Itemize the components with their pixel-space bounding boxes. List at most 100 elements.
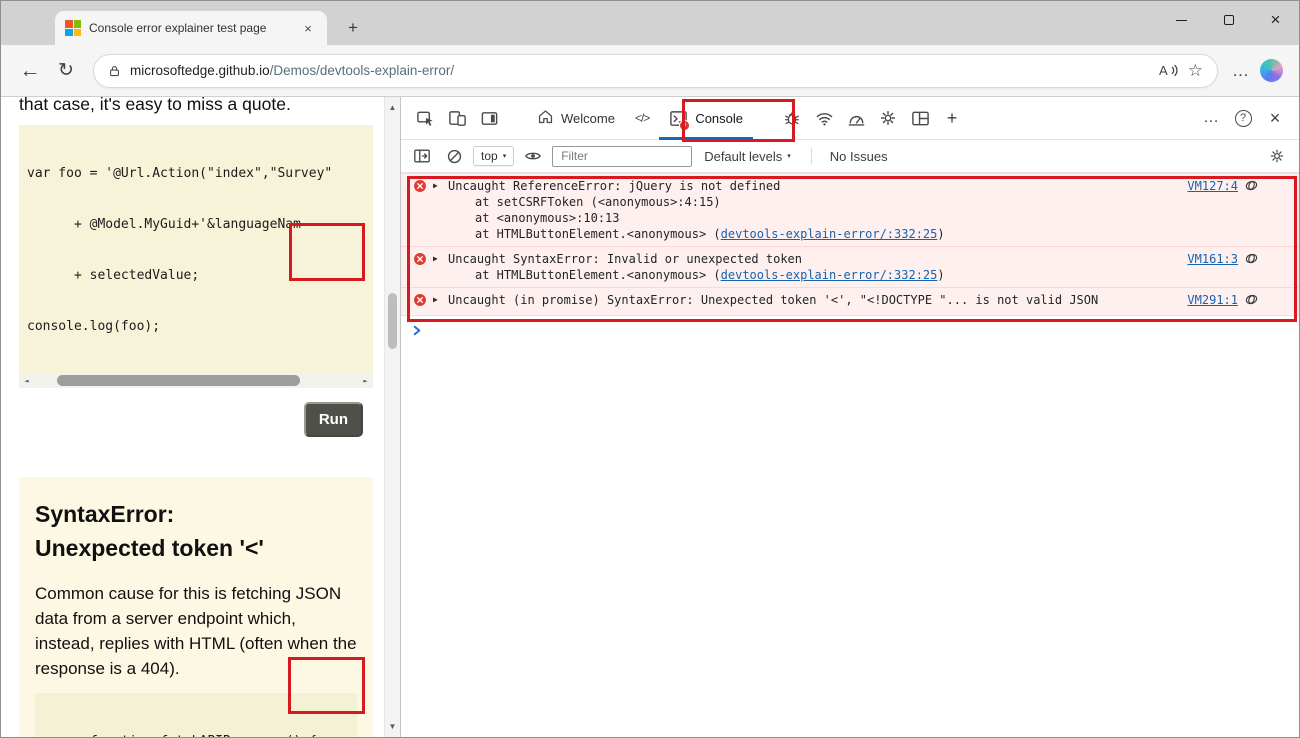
- inspect-element-button[interactable]: [410, 103, 440, 133]
- stack-text: at HTMLButtonElement.<anonymous> (: [475, 268, 721, 282]
- expand-triangle-icon[interactable]: ▶: [433, 181, 442, 190]
- performance-button[interactable]: [841, 103, 871, 133]
- console-error-message: ▶ Uncaught SyntaxError: Invalid or unexp…: [401, 247, 1299, 288]
- tab-label: Console: [695, 111, 743, 126]
- dock-side-button[interactable]: [474, 103, 504, 133]
- settings-button[interactable]: [873, 103, 903, 133]
- read-aloud-button[interactable]: A: [1159, 63, 1179, 78]
- issues-counter[interactable]: No Issues: [826, 149, 892, 164]
- stack-line: at HTMLButtonElement.<anonymous> (devtoo…: [448, 226, 1173, 242]
- log-levels-dropdown[interactable]: Default levels ▾: [698, 149, 797, 164]
- new-tab-button[interactable]: +: [342, 17, 364, 39]
- clear-console-button[interactable]: [441, 144, 467, 168]
- minimize-button[interactable]: [1158, 1, 1205, 39]
- explain-error-icon[interactable]: [1244, 292, 1259, 311]
- maximize-button[interactable]: [1205, 1, 1252, 39]
- prompt-chevron-icon: [412, 325, 423, 339]
- url-text: microsoftedge.github.io/Demos/devtools-e…: [130, 63, 454, 78]
- intro-text: that case, it's easy to miss a quote.: [1, 97, 384, 115]
- error-icon: [413, 252, 427, 266]
- run-row: Run: [1, 402, 363, 437]
- stack-text: ): [937, 268, 944, 282]
- device-emulation-button[interactable]: [442, 103, 472, 133]
- scroll-right-icon[interactable]: ►: [358, 373, 373, 388]
- lock-icon[interactable]: [108, 64, 121, 78]
- console-toolbar: top ▾ Default levels ▾ No Issues: [401, 140, 1299, 173]
- browser-menu-button[interactable]: …: [1232, 61, 1250, 81]
- address-bar[interactable]: microsoftedge.github.io/Demos/devtools-e…: [93, 54, 1218, 88]
- close-window-button[interactable]: ×: [1252, 1, 1299, 39]
- speedometer-icon: [847, 109, 866, 128]
- expand-triangle-icon[interactable]: ▶: [433, 295, 442, 304]
- context-selector[interactable]: top ▾: [473, 146, 514, 166]
- scrollbar-thumb[interactable]: [388, 293, 397, 349]
- tab-sources[interactable]: </>: [625, 97, 659, 140]
- help-icon: ?: [1235, 110, 1252, 127]
- run-button-1[interactable]: Run: [304, 402, 363, 437]
- devtools-help-button[interactable]: ?: [1228, 103, 1258, 133]
- stack-line: at HTMLButtonElement.<anonymous> (devtoo…: [448, 267, 1173, 283]
- layout-icon: [911, 109, 930, 128]
- tab-title: Console error explainer test page: [89, 21, 291, 35]
- devtools-toolbar: Welcome </> × Console: [401, 97, 1299, 140]
- code-line: async function fetchAPIResponse() {: [43, 733, 349, 737]
- home-icon: [537, 108, 554, 128]
- console-prompt[interactable]: [401, 316, 1299, 347]
- browser-tab[interactable]: Console error explainer test page ×: [55, 11, 327, 45]
- horizontal-scrollbar[interactable]: ◄ ►: [19, 373, 373, 388]
- layout-button[interactable]: [905, 103, 935, 133]
- webpage: that case, it's easy to miss a quote. va…: [1, 97, 384, 737]
- network-conditions-button[interactable]: [809, 103, 839, 133]
- stack-line: at <anonymous>:10:13: [448, 210, 1173, 226]
- favorites-star-icon[interactable]: ☆: [1188, 61, 1203, 81]
- tab-console[interactable]: × Console: [659, 97, 753, 140]
- expand-triangle-icon[interactable]: ▶: [433, 254, 442, 263]
- read-aloud-icon: A: [1159, 63, 1168, 78]
- stack-line: at setCSRFToken (<anonymous>:4:15): [448, 194, 1173, 210]
- scrollbar-track[interactable]: [34, 373, 358, 388]
- scroll-up-icon[interactable]: ▲: [385, 103, 400, 112]
- vertical-scrollbar[interactable]: ▲ ▼: [384, 97, 400, 737]
- refresh-button[interactable]: ↻: [53, 61, 79, 80]
- chevron-down-icon: ▾: [787, 152, 791, 160]
- devtools-panel: Welcome </> × Console: [400, 97, 1299, 737]
- source-link[interactable]: devtools-explain-error/:332:25: [721, 227, 938, 241]
- gear-icon: [1269, 148, 1285, 164]
- vm-source-link[interactable]: VM127:4: [1187, 178, 1238, 194]
- log-levels-label: Default levels: [704, 149, 782, 164]
- error-message-text: Uncaught SyntaxError: Invalid or unexpec…: [448, 251, 1173, 267]
- url-domain: microsoftedge.github.io: [130, 63, 270, 78]
- gear-icon: [879, 109, 897, 127]
- devtools-toolbar-right: … ? ×: [1195, 103, 1291, 133]
- console-sidebar-button[interactable]: [409, 144, 435, 168]
- vm-source-link[interactable]: VM291:1: [1187, 292, 1238, 308]
- console-settings-button[interactable]: [1269, 148, 1291, 164]
- message-source: VM127:4: [1173, 178, 1259, 197]
- devtools-more-button[interactable]: …: [1196, 103, 1226, 133]
- vm-source-link[interactable]: VM161:3: [1187, 251, 1238, 267]
- scrollbar-thumb[interactable]: [57, 375, 300, 386]
- tab-close-icon[interactable]: ×: [299, 19, 317, 37]
- code-line: + selectedValue;: [27, 267, 365, 284]
- explain-error-icon[interactable]: [1244, 178, 1259, 197]
- code-block-2: async function fetchAPIResponse() { cons…: [35, 693, 357, 737]
- source-link[interactable]: devtools-explain-error/:332:25: [721, 268, 938, 282]
- scroll-left-icon[interactable]: ◄: [19, 373, 34, 388]
- code-line: + @Model.MyGuid+'&languageNam: [27, 216, 365, 233]
- devtools-close-button[interactable]: ×: [1260, 103, 1290, 133]
- url-path: /Demos/devtools-explain-error/: [270, 63, 455, 78]
- console-sidebar-icon: [413, 147, 431, 165]
- code-text: var foo = '@Url.Action("index","Survey" …: [19, 125, 373, 371]
- divider: [811, 148, 812, 164]
- tab-welcome[interactable]: Welcome: [527, 97, 625, 140]
- issues-button[interactable]: [777, 103, 807, 133]
- card-heading-line2: Unexpected token '<': [35, 535, 264, 561]
- scroll-down-icon[interactable]: ▼: [385, 722, 400, 731]
- back-button[interactable]: ←: [17, 60, 43, 81]
- copilot-icon[interactable]: [1260, 59, 1283, 82]
- maximize-icon: [1224, 15, 1234, 25]
- add-panel-button[interactable]: +: [937, 103, 967, 133]
- filter-input[interactable]: [552, 146, 692, 167]
- explain-error-icon[interactable]: [1244, 251, 1259, 270]
- live-expression-button[interactable]: [520, 144, 546, 168]
